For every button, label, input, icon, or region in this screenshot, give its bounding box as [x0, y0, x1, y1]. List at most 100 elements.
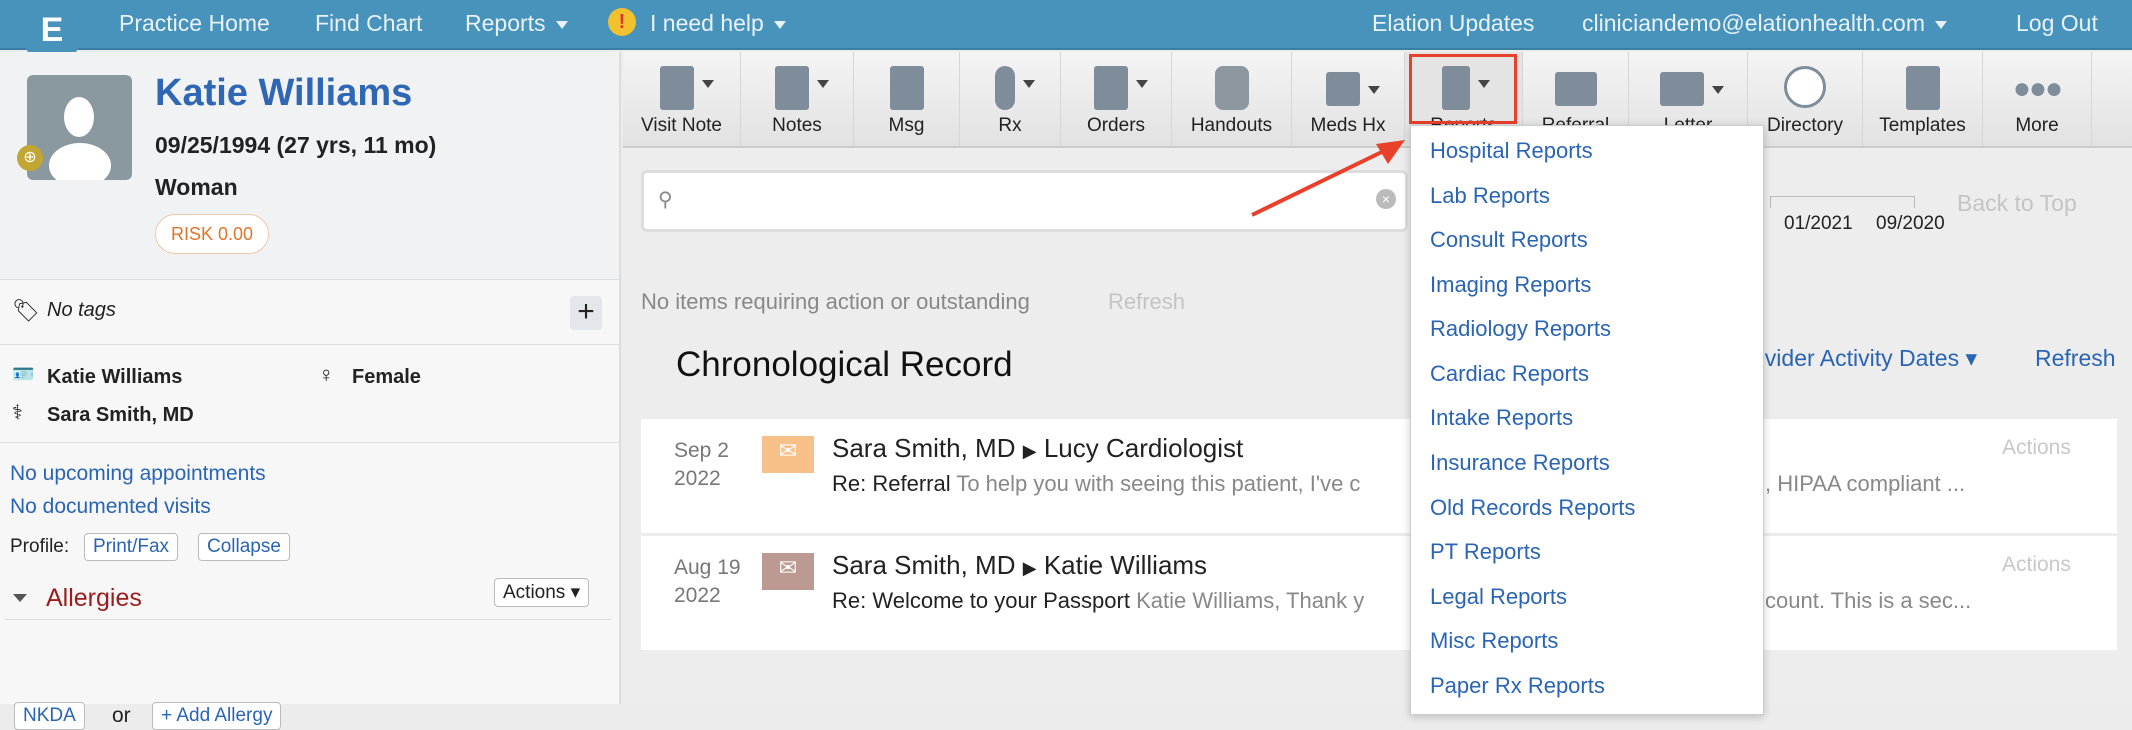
collapse-button[interactable]: Collapse [198, 533, 290, 561]
record-refresh-link[interactable]: Refresh [2035, 345, 2116, 372]
menu-item-hospital-reports[interactable]: Hospital Reports [1430, 138, 1593, 164]
msg-button[interactable]: Msg [854, 52, 960, 146]
entry-preview: Re: Referral To help you with seeing thi… [832, 471, 1360, 497]
status-refresh-link[interactable]: Refresh [1108, 289, 1185, 315]
avatar [27, 75, 132, 180]
chronological-record-title: Chronological Record [676, 345, 1013, 384]
entry-preview: Re: Welcome to your Passport Katie Willi… [832, 588, 1364, 614]
timeline-date[interactable]: 01/2021 [1784, 213, 1853, 235]
nav-find-chart[interactable]: Find Chart [315, 10, 422, 37]
label: Msg [888, 115, 925, 136]
collapse-caret-icon[interactable] [13, 594, 27, 602]
nav-reports[interactable]: Reports [465, 10, 568, 37]
envelope-icon: ✉ [762, 553, 814, 590]
timeline-track[interactable] [1770, 196, 1915, 208]
more-button[interactable]: ●●● More [1983, 52, 2092, 146]
ellipsis-icon: ●●● [2012, 72, 2063, 105]
red-arrow-annotation [1251, 140, 1405, 217]
entry-date: Aug 19 [674, 556, 741, 579]
menu-item-cardiac-reports[interactable]: Cardiac Reports [1430, 361, 1589, 387]
visits-link[interactable]: No documented visits [10, 495, 211, 519]
globe-icon: ⊕ [17, 145, 43, 171]
orders-button[interactable]: Orders [1061, 52, 1172, 146]
menu-item-insurance-reports[interactable]: Insurance Reports [1430, 450, 1610, 476]
allergies-actions-button[interactable]: Actions ▾ [494, 578, 590, 607]
chevron-down-icon [555, 20, 568, 29]
timeline-date[interactable]: 09/2020 [1876, 213, 1945, 235]
help-label: I need help [650, 10, 764, 36]
entry-actions[interactable]: Actions [2002, 553, 2071, 577]
sex: Female [352, 366, 421, 388]
label: Notes [772, 115, 822, 136]
alert-icon: ! [608, 8, 636, 36]
notes-button[interactable]: Notes [741, 52, 854, 146]
menu-item-intake-reports[interactable]: Intake Reports [1430, 405, 1573, 431]
people-icon [1784, 66, 1826, 108]
templates-button[interactable]: Templates [1863, 52, 1983, 146]
envelope-icon: ✉ [762, 436, 814, 473]
sort-dropdown[interactable]: ovider Activity Dates ▾ [1752, 345, 1977, 372]
divider [5, 619, 611, 620]
entry-subject: Re: Welcome to your Passport [832, 588, 1130, 613]
menu-item-old-records-reports[interactable]: Old Records Reports [1430, 495, 1635, 521]
label: Visit Note [641, 115, 722, 136]
patient-name[interactable]: Katie Williams [155, 72, 412, 115]
id-card-icon: 🪪 [12, 364, 35, 384]
print-fax-button[interactable]: Print/Fax [84, 533, 179, 561]
pill-icon [995, 66, 1035, 110]
entry-from: Sara Smith, MD [832, 550, 1016, 580]
appointments-link[interactable]: No upcoming appointments [10, 462, 266, 486]
patient-dob: 09/25/1994 (27 yrs, 11 mo) [155, 132, 437, 158]
entry-subject: Re: Referral [832, 471, 951, 496]
rx-button[interactable]: Rx [960, 52, 1061, 146]
sort-label: ovider Activity Dates [1752, 345, 1960, 371]
visit-note-button[interactable]: Visit Note [623, 52, 741, 146]
envelope-icon [1660, 72, 1724, 106]
add-allergy-button[interactable]: + Add Allergy [152, 702, 282, 730]
female-icon: ♀ [318, 362, 335, 387]
chevron-down-icon [1934, 20, 1947, 29]
risk-badge[interactable]: RISK 0.00 [155, 214, 270, 254]
entry-actions[interactable]: Actions [2002, 436, 2071, 460]
divider [0, 344, 619, 345]
note-icon [775, 66, 829, 110]
entry-preview-end: , HIPAA compliant ... [1765, 471, 1966, 496]
back-to-top-link[interactable]: Back to Top [1957, 190, 2077, 217]
allergies-heading: Allergies [46, 584, 142, 612]
or-text: or [112, 704, 131, 727]
directory-button[interactable]: Directory [1748, 52, 1863, 146]
nav-user-menu[interactable]: cliniciandemo@elationhealth.com [1582, 10, 1947, 37]
tag-icon: 🏷 [12, 298, 40, 323]
record-entry[interactable]: Sep 2 2022 ✉ Sara Smith, MD ▶ Lucy Cardi… [641, 419, 2117, 533]
menu-item-imaging-reports[interactable]: Imaging Reports [1430, 272, 1591, 298]
nav-elation-updates[interactable]: Elation Updates [1372, 10, 1534, 37]
menu-item-misc-reports[interactable]: Misc Reports [1430, 628, 1558, 654]
chevron-down-icon [773, 20, 786, 29]
stethoscope-icon: ⚕ [12, 402, 23, 424]
entry-header: Sara Smith, MD ▶ Lucy Cardiologist [832, 433, 1244, 463]
menu-item-consult-reports[interactable]: Consult Reports [1430, 227, 1588, 253]
nav-i-need-help[interactable]: I need help [650, 10, 786, 37]
add-tag-button[interactable]: + [570, 296, 602, 330]
entry-preview-text: Katie Williams, Thank y [1136, 588, 1365, 613]
entry-preview-end: count. This is a sec... [1765, 588, 1972, 613]
entry-date: Sep 2 [674, 439, 729, 462]
menu-item-paper-rx-reports[interactable]: Paper Rx Reports [1430, 673, 1605, 699]
label: Templates [1879, 115, 1966, 136]
entry-header: Sara Smith, MD ▶ Katie Williams [832, 550, 1208, 580]
top-nav-bar: E Practice Home Find Chart Reports ! I n… [0, 0, 2132, 64]
menu-item-lab-reports[interactable]: Lab Reports [1430, 183, 1550, 209]
record-entry[interactable]: Aug 19 2022 ✉ Sara Smith, MD ▶ Katie Wil… [641, 536, 2117, 650]
template-icon [1905, 66, 1940, 110]
label: Orders [1086, 115, 1146, 136]
menu-item-legal-reports[interactable]: Legal Reports [1430, 584, 1567, 610]
nav-log-out[interactable]: Log Out [2016, 10, 2098, 37]
menu-item-pt-reports[interactable]: PT Reports [1430, 539, 1541, 565]
nkda-button[interactable]: NKDA [14, 702, 85, 730]
entry-preview-text: To help you with seeing this patient, I'… [956, 471, 1361, 496]
profile-label: Profile: [10, 536, 70, 557]
nav-practice-home[interactable]: Practice Home [119, 10, 270, 37]
menu-item-radiology-reports[interactable]: Radiology Reports [1430, 316, 1611, 342]
patient-sidebar: ⊕ Katie Williams 09/25/1994 (27 yrs, 11 … [0, 52, 621, 730]
search-icon: ⚲ [658, 189, 673, 211]
